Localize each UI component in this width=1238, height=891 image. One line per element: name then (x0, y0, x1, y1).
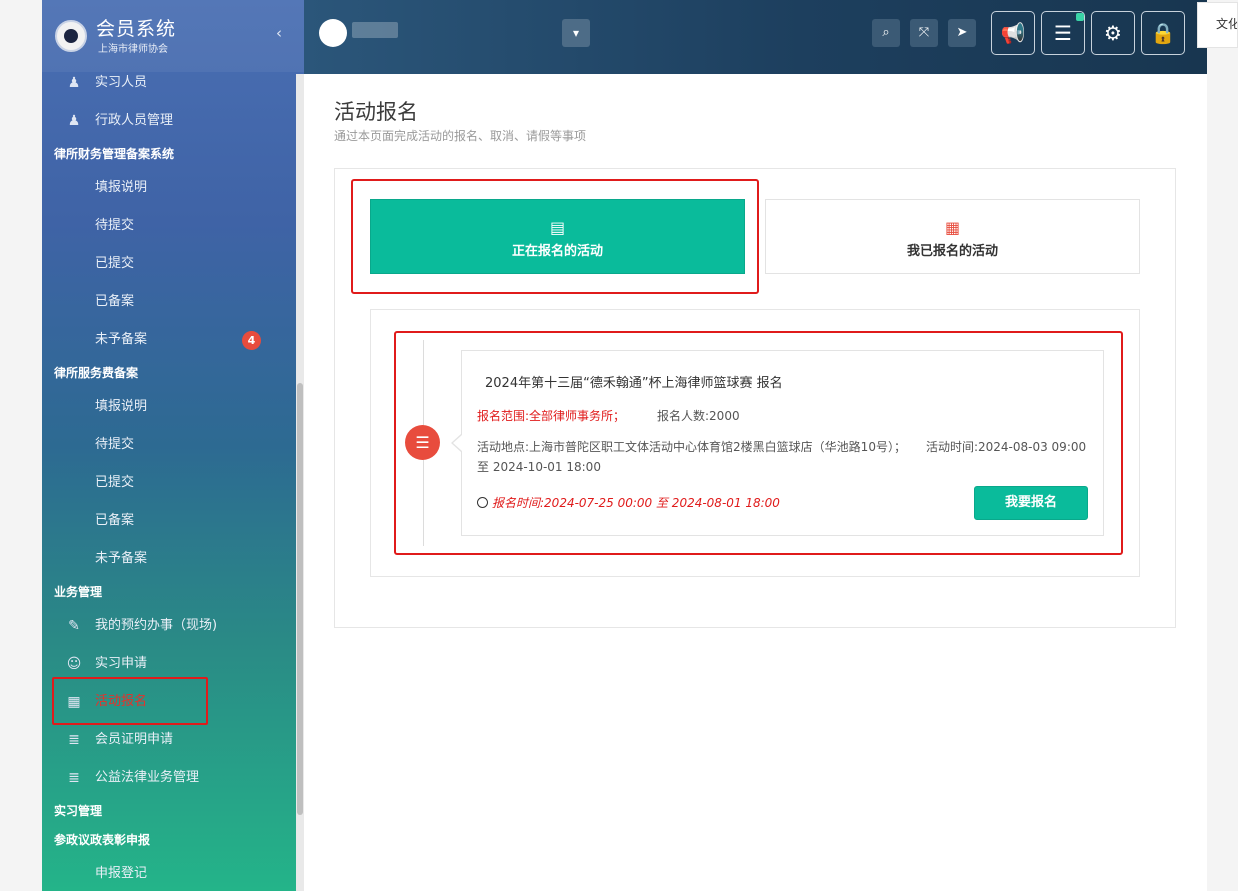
sidebar-section-header: 律所服务费备案 (54, 366, 139, 380)
floating-popup[interactable]: 文化 (1197, 2, 1238, 48)
sidebar-item[interactable]: ≣ 会员证明申请 (42, 721, 304, 759)
sidebar-item-label: 行政人员管理 (95, 113, 174, 128)
sidebar-item-label: 我的预约办事（现场) (95, 618, 218, 633)
sidebar-item-label: 已备案 (95, 294, 135, 309)
sidebar-item[interactable]: 已提交 (42, 245, 304, 283)
fullscreen-icon: ⤧ (918, 25, 930, 40)
tab-highlight-box (351, 179, 759, 294)
sidebar-item-label: 已提交 (95, 256, 135, 271)
count-badge: 4 (242, 331, 261, 350)
sidebar-item[interactable]: ✎ 我的预约办事（现场) (42, 607, 304, 645)
sidebar-item[interactable]: 待提交 (42, 426, 304, 464)
sidebar-item[interactable]: ≣ 公益法律业务管理 (42, 759, 304, 797)
lock-button[interactable]: 🔒 (1141, 11, 1185, 55)
sidebar-item-label: 实习人员 (95, 75, 148, 90)
sidebar-item-label: 会员证明申请 (95, 732, 174, 747)
tab-my-activities[interactable]: ▦ 我已报名的活动 (765, 199, 1140, 274)
sidebar-item-label: 实习申请 (95, 656, 148, 671)
settings-button[interactable]: ⚙ (1091, 11, 1135, 55)
sidebar: 会员系统 上海市律师协会 ‹ ♟ 实习人员 ♟ 行政人员管理律所财务管理备案系统填报说… (42, 0, 304, 891)
lock-icon: 🔒 (1150, 21, 1176, 45)
sidebar-item-label: 已提交 (95, 475, 135, 490)
sidebar-item[interactable]: ♟ 行政人员管理 (42, 102, 304, 140)
database-icon: ≣ (68, 770, 80, 786)
sidebar-menu: ♟ 实习人员 ♟ 行政人员管理 律所财务管理备案系统 填报说明 待提交 已提交 已备案 未予备案 4… (42, 64, 304, 891)
person-icon: ♟ (67, 75, 81, 91)
sidebar-section-header: 律所财务管理备案系统 (54, 147, 175, 161)
edit-icon: ✎ (68, 618, 80, 634)
sidebar-item[interactable]: 未予备案 4 (42, 321, 304, 359)
sidebar-item[interactable]: ♟ 实习人员 (42, 64, 304, 102)
user-dropdown-button[interactable]: ▾ (562, 19, 590, 47)
megaphone-icon: 📢 (1000, 21, 1026, 45)
sidebar-section-header: 参政议政表彰申报 (54, 833, 151, 847)
sidebar-item-label: 填报说明 (95, 399, 148, 414)
gear-icon: ⚙ (1104, 21, 1122, 45)
sliders-icon: ☰ (1054, 21, 1072, 45)
sidebar-item-label: 公益法律业务管理 (95, 770, 200, 785)
calendar-icon: ▦ (944, 218, 961, 237)
fullscreen-button[interactable]: ⤧ (910, 19, 938, 47)
send-button[interactable]: ➤ (948, 19, 976, 47)
announcement-button[interactable]: 📢 (991, 11, 1035, 55)
page-subtitle: 通过本页面完成活动的报名、取消、请假等事项 (334, 129, 587, 143)
database-icon: ≣ (68, 732, 80, 748)
topbar: ▾ ⌕ ⤧ ➤ 📢 ☰ ⚙ 🔒 (304, 0, 1207, 74)
sidebar-item[interactable]: 填报说明 (42, 169, 304, 207)
active-item-highlight-box (52, 677, 208, 725)
brand-title: 会员系统 (96, 18, 177, 40)
paper-plane-icon: ➤ (956, 25, 968, 40)
sidebar-item[interactable]: 已备案 (42, 283, 304, 321)
association-logo (55, 20, 87, 52)
sidebar-item[interactable]: 填报说明 (42, 388, 304, 426)
sidebar-item[interactable]: 申报登记 (42, 855, 304, 891)
sidebar-item-label: 未予备案 (95, 332, 148, 347)
sidebar-item-label: 待提交 (95, 218, 135, 233)
page-left-gutter (0, 0, 42, 891)
notification-dot (1076, 13, 1084, 21)
brand-subtitle: 上海市律师协会 (98, 44, 168, 55)
chevron-down-icon: ▾ (572, 26, 580, 40)
user-avatar[interactable] (319, 19, 347, 47)
tab-my-activities-label: 我已报名的活动 (906, 244, 998, 259)
sidebar-item[interactable]: 待提交 (42, 207, 304, 245)
search-icon: ⌕ (882, 25, 890, 40)
sidebar-item-label: 已备案 (95, 513, 135, 528)
sidebar-section-header: 实习管理 (54, 804, 103, 818)
page-title: 活动报名 (334, 100, 418, 124)
sidebar-collapse-icon[interactable]: ‹ (276, 24, 282, 42)
brand-header: 会员系统 上海市律师协会 ‹ (42, 0, 304, 72)
sidebar-item-label: 申报登记 (95, 866, 148, 881)
sidebar-item-label: 待提交 (95, 437, 135, 452)
sidebar-item[interactable]: 未予备案 (42, 540, 304, 578)
page-right-gutter (1207, 0, 1238, 891)
sidebar-scrollbar-thumb[interactable] (297, 383, 303, 815)
search-button[interactable]: ⌕ (872, 19, 900, 47)
sidebar-item[interactable]: 已提交 (42, 464, 304, 502)
sidebar-item-label: 填报说明 (95, 180, 148, 195)
sidebar-section-header: 业务管理 (54, 585, 103, 599)
card-highlight-box (394, 331, 1123, 555)
person-icon: ♟ (67, 113, 81, 129)
sidebar-item-label: 未予备案 (95, 551, 148, 566)
user-name-blurred (352, 22, 398, 38)
users-icon: ☺ (66, 656, 82, 672)
sidebar-item[interactable]: 已备案 (42, 502, 304, 540)
